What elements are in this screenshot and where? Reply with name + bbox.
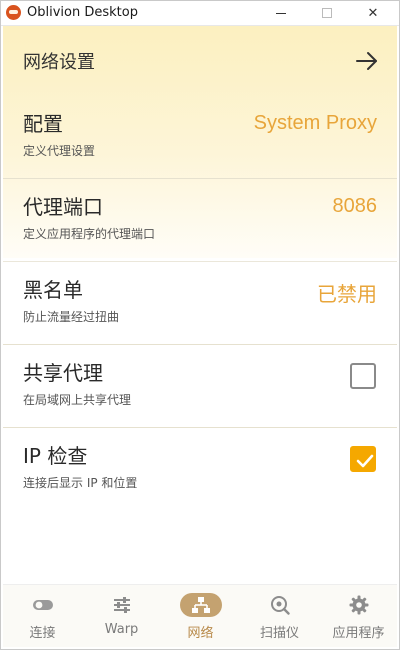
setting-row-proxy-port[interactable]: 代理端口 定义应用程序的代理端口 8086	[3, 179, 397, 262]
setting-description: 定义代理设置	[23, 144, 96, 158]
setting-label: 黑名单	[23, 278, 83, 302]
setting-label: 代理端口	[23, 195, 103, 219]
setting-label: 共享代理	[23, 361, 103, 385]
settings-panel: 网络设置 配置 定义代理设置 System Proxy 代理端口 定义应用程序的…	[3, 26, 397, 584]
nav-item-warp[interactable]: Warp	[82, 585, 161, 648]
setting-description: 防止流量经过扭曲	[23, 310, 120, 324]
nav-item-network[interactable]: 网络	[161, 585, 240, 648]
setting-row-blacklist[interactable]: 黑名单 防止流量经过扭曲 已禁用	[3, 262, 397, 345]
nav-label: 连接	[29, 626, 56, 641]
setting-description: 定义应用程序的代理端口	[23, 227, 156, 241]
minimize-button[interactable]	[258, 0, 304, 26]
network-icon	[180, 593, 222, 617]
bottom-nav: 连接 Warp 网络 扫描仪 应用程序	[3, 584, 397, 647]
toggle-icon	[22, 593, 64, 617]
blacklist-status-value[interactable]: 已禁用	[317, 278, 377, 307]
nav-label: 扫描仪	[259, 626, 299, 641]
nav-label: 应用程序	[332, 626, 385, 641]
ip-check-checkbox[interactable]	[350, 446, 376, 472]
setting-row-config[interactable]: 配置 定义代理设置 System Proxy	[3, 96, 397, 179]
window-titlebar: Oblivion Desktop ✕	[0, 0, 400, 26]
setting-description: 连接后显示 IP 和位置	[23, 476, 138, 490]
minimize-icon	[276, 12, 286, 14]
gear-icon	[338, 593, 380, 617]
sliders-icon	[101, 593, 143, 617]
checkmark-icon	[356, 454, 374, 468]
setting-description: 在局域网上共享代理	[23, 393, 132, 407]
app-logo-icon	[6, 5, 21, 20]
close-button[interactable]: ✕	[350, 0, 396, 26]
nav-item-app[interactable]: 应用程序	[319, 585, 398, 648]
nav-label: Warp	[104, 622, 139, 637]
setting-label: 配置	[23, 112, 63, 136]
page-title: 网络设置	[23, 52, 95, 73]
nav-item-scanner[interactable]: 扫描仪	[240, 585, 319, 648]
close-icon: ✕	[367, 5, 379, 20]
proxy-port-value[interactable]: 8086	[333, 195, 378, 218]
nav-item-connect[interactable]: 连接	[3, 585, 82, 648]
window-title: Oblivion Desktop	[27, 5, 138, 20]
page-header: 网络设置	[3, 26, 397, 96]
maximize-button[interactable]	[304, 0, 350, 26]
maximize-icon	[322, 8, 332, 18]
share-proxy-checkbox[interactable]	[350, 363, 376, 389]
setting-row-share-proxy[interactable]: 共享代理 在局域网上共享代理	[3, 345, 397, 428]
proxy-mode-value[interactable]: System Proxy	[254, 112, 377, 135]
arrow-right-icon[interactable]	[355, 50, 379, 72]
nav-label: 网络	[187, 626, 214, 641]
setting-row-ip-check[interactable]: IP 检查 连接后显示 IP 和位置	[3, 428, 397, 511]
setting-label: IP 检查	[23, 444, 88, 468]
scanner-icon	[259, 593, 301, 617]
